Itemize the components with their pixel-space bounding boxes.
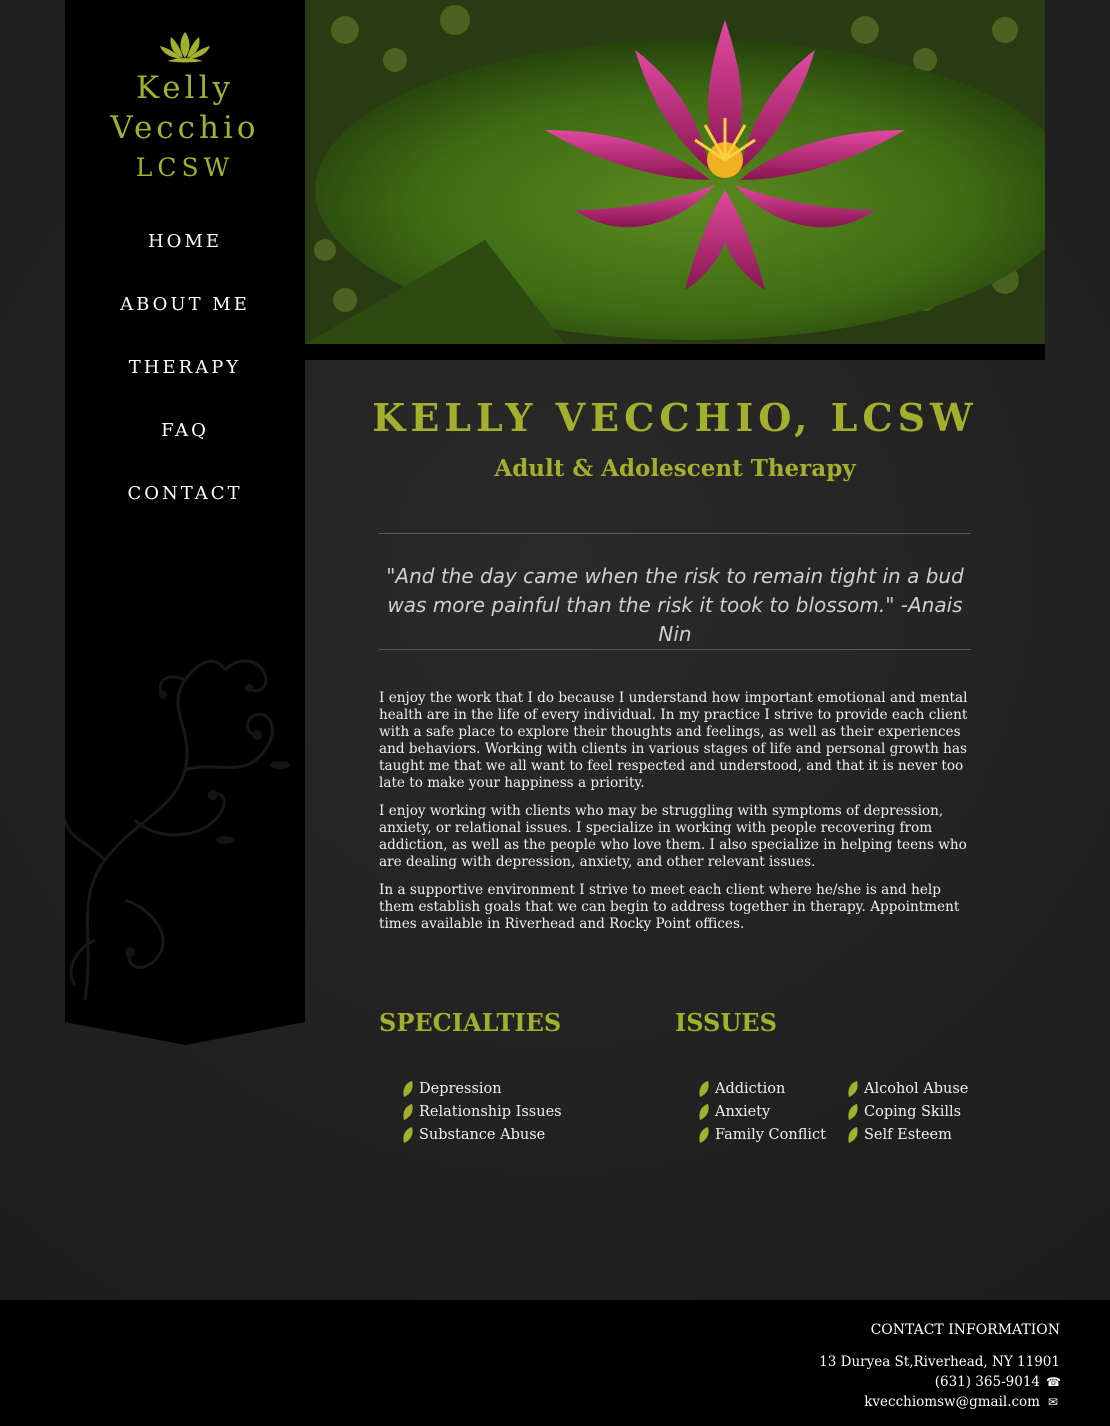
- specialties-heading: SPECIALTIES: [379, 1008, 562, 1037]
- phone-text[interactable]: (631) 365-9014: [935, 1374, 1040, 1390]
- nav-contact[interactable]: CONTACT: [65, 462, 305, 525]
- hero-banner: [305, 0, 1045, 360]
- list-item: Addiction: [699, 1078, 826, 1101]
- list-item: Relationship Issues: [403, 1101, 562, 1124]
- decorative-swirl: [65, 659, 290, 1000]
- email-link[interactable]: kvecchiomsw@gmail.com: [864, 1394, 1040, 1410]
- page-subtitle: Adult & Adolescent Therapy: [494, 455, 856, 482]
- site-logo[interactable]: Kelly Vecchio LCSW: [65, 28, 305, 188]
- nav-therapy[interactable]: THERAPY: [65, 336, 305, 399]
- footer: CONTACT INFORMATION 13 Duryea St,Riverhe…: [0, 1300, 1110, 1426]
- list-item-label: Coping Skills: [864, 1104, 962, 1120]
- logo-name-first: Kelly: [135, 70, 234, 106]
- list-item: Substance Abuse: [403, 1124, 562, 1147]
- lotus-icon: [160, 32, 210, 63]
- leaf-icon: [699, 1104, 709, 1120]
- list-item: Anxiety: [699, 1101, 826, 1124]
- email[interactable]: kvecchiomsw@gmail.com ✉: [819, 1392, 1060, 1412]
- list-item-label: Family Conflict: [715, 1127, 826, 1143]
- list-item: Alcohol Abuse: [848, 1078, 968, 1101]
- intro-text: I enjoy the work that I do because I und…: [379, 690, 973, 944]
- issues-list-col1: Addiction Anxiety Family Conflict: [699, 1078, 826, 1147]
- address-text: 13 Duryea St,Riverhead, NY 11901: [819, 1354, 1060, 1370]
- paragraph: In a supportive environment I strive to …: [379, 882, 960, 932]
- list-item: Coping Skills: [848, 1101, 968, 1124]
- contact-heading: CONTACT INFORMATION: [870, 1322, 1060, 1338]
- address: 13 Duryea St,Riverhead, NY 11901: [819, 1352, 1060, 1372]
- list-item-label: Addiction: [715, 1081, 786, 1097]
- main-nav: HOME ABOUT ME THERAPY FAQ CONTACT: [65, 210, 305, 525]
- logo-credential: LCSW: [135, 153, 235, 182]
- list-item-label: Anxiety: [715, 1104, 771, 1120]
- list-item: Depression: [403, 1078, 562, 1101]
- divider-top: [379, 533, 971, 534]
- paragraph: I enjoy working with clients who may be …: [379, 803, 967, 870]
- list-item-label: Depression: [419, 1081, 502, 1097]
- leaf-icon: [403, 1081, 413, 1097]
- leaf-icon: [403, 1127, 413, 1143]
- envelope-icon: ✉: [1047, 1395, 1059, 1409]
- list-item-label: Substance Abuse: [419, 1127, 546, 1143]
- list-item-label: Self Esteem: [864, 1127, 952, 1143]
- leaf-icon: [848, 1104, 858, 1120]
- leaf-icon: [699, 1081, 709, 1097]
- list-item: Family Conflict: [699, 1124, 826, 1147]
- nav-faq[interactable]: FAQ: [65, 399, 305, 462]
- issues-list-col2: Alcohol Abuse Coping Skills Self Esteem: [848, 1078, 968, 1147]
- leaf-icon: [848, 1081, 858, 1097]
- phone[interactable]: (631) 365-9014 ☎: [819, 1372, 1061, 1392]
- phone-icon: ☎: [1046, 1375, 1061, 1389]
- page-title: KELLY VECCHIO, LCSW: [372, 395, 978, 440]
- main-content: KELLY VECCHIO, LCSW Adult & Adolescent T…: [305, 360, 1045, 1143]
- leaf-icon: [699, 1127, 709, 1143]
- paragraph: I enjoy the work that I do because I und…: [379, 690, 968, 791]
- contact-info: CONTACT INFORMATION 13 Duryea St,Riverhe…: [819, 1320, 1061, 1412]
- divider-bottom: [379, 649, 971, 650]
- specialties-list: Depression Relationship Issues Substance…: [403, 1078, 562, 1147]
- list-item-label: Alcohol Abuse: [864, 1081, 969, 1097]
- sidebar: Kelly Vecchio LCSW HOME ABOUT ME THERAPY…: [65, 0, 305, 1045]
- list-item: Self Esteem: [848, 1124, 968, 1147]
- nav-home[interactable]: HOME: [65, 210, 305, 273]
- leaf-icon: [403, 1104, 413, 1120]
- quote: "And the day came when the risk to remai…: [386, 564, 964, 646]
- list-item-label: Relationship Issues: [419, 1104, 562, 1120]
- leaf-icon: [848, 1127, 858, 1143]
- water-lily-image: [305, 0, 1045, 344]
- issues-heading: ISSUES: [675, 1008, 777, 1037]
- nav-about-me[interactable]: ABOUT ME: [65, 273, 305, 336]
- logo-name-last: Vecchio: [110, 110, 260, 146]
